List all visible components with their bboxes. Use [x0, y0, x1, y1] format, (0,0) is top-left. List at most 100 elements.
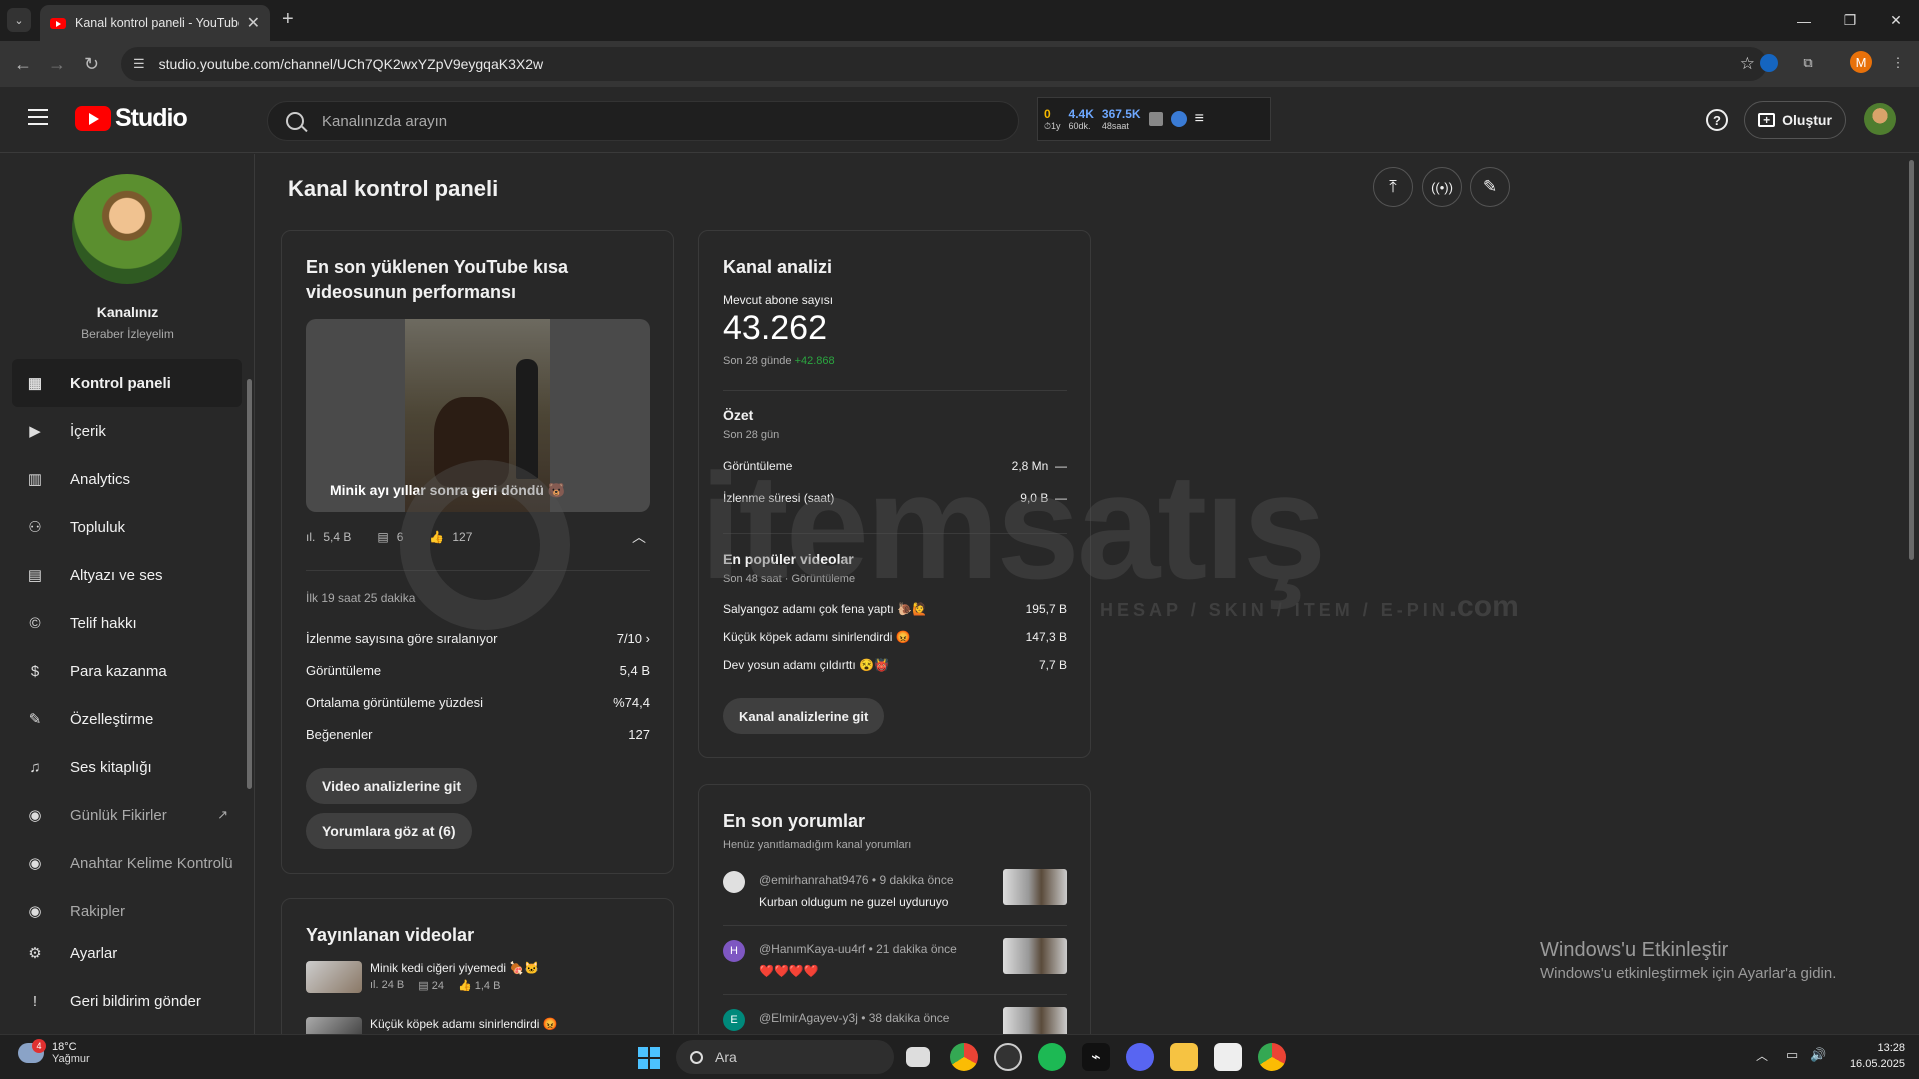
stat-48h: 367.5K 48saat: [1102, 107, 1141, 131]
video-thumbnail[interactable]: Minik ayı yıllar sonra geri döndü 🐻: [306, 319, 650, 512]
discord-icon[interactable]: [1126, 1043, 1154, 1071]
sidebar-item-feedback[interactable]: ! Geri bildirim gönder: [12, 977, 242, 1025]
channel-avatar[interactable]: [72, 174, 182, 284]
omnibox[interactable]: ☰ studio.youtube.com/channel/UCh7QK2wxYZ…: [121, 47, 1767, 81]
copyright-icon: ©: [29, 614, 41, 632]
account-avatar[interactable]: [1864, 103, 1896, 135]
views-stat: ıl. 24 B: [370, 979, 405, 991]
main-scrollbar[interactable]: [1909, 160, 1914, 1030]
spotify-icon[interactable]: [1038, 1043, 1066, 1071]
browser-tab[interactable]: Kanal kontrol paneli - YouTube Studio ✕: [40, 5, 270, 41]
clock-date: 16.05.2025: [1849, 1058, 1905, 1070]
bookmark-star-icon[interactable]: ☆: [1740, 54, 1755, 74]
sidebar-item-competitors[interactable]: ◉ Rakipler: [12, 887, 242, 935]
volume-icon[interactable]: 🔊: [1810, 1047, 1826, 1063]
sidebar-item-audio-library[interactable]: ♫ Ses kitaplığı: [12, 743, 242, 791]
comment-item[interactable]: H @HanımKaya-uu4rf • 21 dakika önce ❤️❤️…: [723, 938, 1067, 1000]
menu-icon[interactable]: ≡: [1195, 110, 1204, 128]
sidebar-item-settings[interactable]: ⚙ Ayarlar: [12, 929, 242, 977]
tray-chevron-up-icon[interactable]: ︿: [1756, 1047, 1768, 1064]
browser-menu-icon[interactable]: ⋮: [1886, 51, 1910, 75]
help-icon[interactable]: ?: [1706, 109, 1728, 131]
video-stats: ıl. 5,4 B ▤ 6 👍 127: [306, 530, 472, 544]
extensions-puzzle-icon[interactable]: ⧉: [1796, 51, 1820, 75]
sidebar-item-label: Topluluk: [70, 518, 126, 536]
obs-icon[interactable]: [994, 1043, 1022, 1071]
extension-icon[interactable]: [1760, 54, 1778, 72]
clock-time: 13:28: [1877, 1042, 1905, 1054]
stat-label: 48saat: [1101, 121, 1129, 131]
sidebar-item-community[interactable]: ⚇ Topluluk: [12, 503, 242, 551]
capcut-app-icon[interactable]: [1214, 1043, 1242, 1071]
video-thumbnail: [1003, 869, 1067, 905]
extension-logo-icon[interactable]: [1170, 111, 1187, 127]
sidebar-item-daily-ideas[interactable]: ◉ Günlük Fikirler ↗: [12, 791, 242, 839]
create-button[interactable]: + Oluştur: [1744, 101, 1846, 139]
video-thumbnail: [1003, 1007, 1067, 1037]
site-info-icon[interactable]: ☰: [133, 56, 145, 72]
restore-button[interactable]: ❐: [1827, 0, 1873, 41]
hamburger-menu-icon[interactable]: [28, 109, 48, 125]
sidebar-scrollbar[interactable]: [247, 369, 252, 929]
video-views: 195,7 B: [1025, 602, 1067, 616]
new-tab-button[interactable]: +: [282, 8, 294, 31]
back-button[interactable]: ←: [14, 54, 32, 75]
weather-condition: Yağmur: [52, 1053, 90, 1065]
sidebar-item-label: Günlük Fikirler: [70, 806, 167, 824]
weather-widget[interactable]: 4 18°C Yağmur: [18, 1039, 90, 1065]
network-icon[interactable]: ▭: [1786, 1047, 1798, 1063]
sidebar-item-content[interactable]: ▶ İçerik: [12, 407, 242, 455]
metric-row-rank[interactable]: İzlenme sayısına göre sıralanıyor 7/10 ›: [306, 631, 650, 646]
capcut-icon[interactable]: ⌁: [1082, 1043, 1110, 1071]
chrome-profile-icon[interactable]: [1258, 1043, 1286, 1071]
sidebar-item-customization[interactable]: ✎ Özelleştirme: [12, 695, 242, 743]
chrome-icon[interactable]: [950, 1043, 978, 1071]
search-input[interactable]: Kanalınızda arayın: [267, 101, 1019, 141]
metric-row-avg-view: Ortalama görüntüleme yüzdesi %74,4: [306, 695, 650, 710]
video-analytics-button[interactable]: Video analizlerine git: [306, 768, 478, 804]
go-live-icon[interactable]: ((•)): [1422, 167, 1462, 207]
forward-button[interactable]: →: [48, 54, 66, 75]
file-explorer-icon[interactable]: [1170, 1043, 1198, 1071]
tab-list-button[interactable]: ⌄: [7, 8, 31, 32]
system-clock[interactable]: 13:28 16.05.2025: [1845, 1042, 1905, 1070]
sidebar-item-analytics[interactable]: ▥ Analytics: [12, 455, 242, 503]
reload-button[interactable]: ↻: [84, 54, 99, 75]
sidebar-item-subtitles[interactable]: ▤ Altyazı ve ses: [12, 551, 242, 599]
taskbar-search[interactable]: Ara: [676, 1040, 894, 1074]
sidebar-item-dashboard[interactable]: ▦ Kontrol paneli: [12, 359, 242, 407]
metric-label: Görüntüleme: [306, 663, 382, 678]
collapse-chevron-up-icon[interactable]: ︿: [632, 527, 646, 547]
task-view-icon[interactable]: [906, 1047, 930, 1067]
sidebar-item-copyright[interactable]: © Telif hakkı: [12, 599, 242, 647]
published-video-row[interactable]: Minik kedi ciğeri yiyemedi 🍖🐱 ıl. 24 B ▤…: [306, 961, 539, 993]
extension-stats-box[interactable]: 0 ⏱1y 4.4K 60dk. 367.5K 48saat ≡: [1037, 97, 1271, 141]
chart-icon[interactable]: [1148, 112, 1163, 126]
studio-logo[interactable]: Studio: [75, 104, 188, 133]
video-views: 7,7 B: [1038, 658, 1067, 672]
thumbnail-person: [516, 359, 538, 479]
comment-item[interactable]: @emirhanrahat9476 • 9 dakika önce Kurban…: [723, 869, 1067, 931]
top-video-row[interactable]: Küçük köpek adamı sinirlendirdi 😡 147,3 B: [723, 630, 1067, 644]
sidebar-item-monetization[interactable]: $ Para kazanma: [12, 647, 242, 695]
view-comments-button[interactable]: Yorumlara göz at (6): [306, 813, 472, 849]
divider: [306, 570, 650, 571]
latest-comments-card: En son yorumlar Henüz yanıtlamadığım kan…: [698, 784, 1091, 1044]
sidebar-item-label: Analytics: [70, 470, 131, 488]
profile-avatar[interactable]: M: [1850, 51, 1872, 73]
close-tab-icon[interactable]: ✕: [247, 13, 260, 33]
close-window-button[interactable]: ✕: [1873, 0, 1919, 41]
external-link-icon: ↗: [217, 807, 228, 822]
channel-analytics-button[interactable]: Kanal analizlerine git: [723, 698, 885, 734]
sidebar-item-keyword-check[interactable]: ◉ Anahtar Kelime Kontrolü: [12, 839, 242, 887]
video-stats: ıl. 24 B ▤ 24 👍 1,4 B: [370, 979, 539, 992]
upload-icon[interactable]: ⤒: [1373, 167, 1413, 207]
create-post-icon[interactable]: ✎: [1470, 167, 1510, 207]
metric-label: İzlenme süresi (saat): [723, 491, 835, 505]
windows-start-icon[interactable]: [638, 1047, 660, 1069]
minimize-button[interactable]: —: [1781, 0, 1827, 41]
stat-realtime: 0 ⏱1y: [1044, 107, 1061, 132]
sidebar-item-label: Altyazı ve ses: [70, 566, 163, 584]
top-video-row[interactable]: Dev yosun adamı çıldırttı 😵👹 7,7 B: [723, 658, 1067, 672]
top-video-row[interactable]: Salyangoz adamı çok fena yaptı 🐌🙋 195,7 B: [723, 602, 1067, 616]
